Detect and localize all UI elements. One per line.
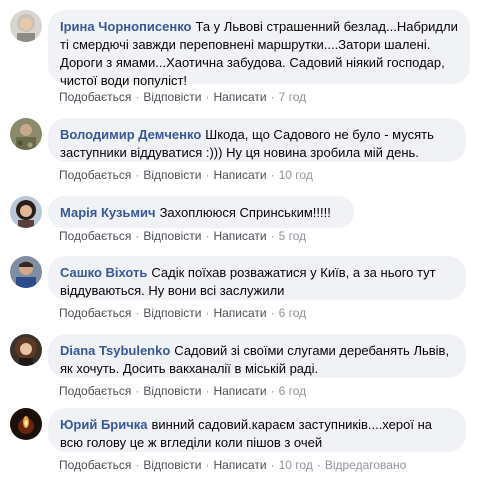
timestamp-link[interactable]: 6 год	[279, 306, 307, 320]
separator-dot: ·	[270, 458, 275, 472]
message-button[interactable]: Написати	[213, 458, 266, 472]
separator-dot: ·	[135, 384, 140, 398]
camouflage-man-avatar-icon[interactable]	[10, 118, 42, 150]
message-button[interactable]: Написати	[213, 90, 266, 104]
separator-dot: ·	[205, 458, 210, 472]
woman-long-hair-avatar-icon[interactable]	[10, 334, 42, 366]
woman-dark-hair-avatar-icon[interactable]	[10, 196, 42, 228]
separator-dot: ·	[270, 90, 275, 104]
timestamp-link[interactable]: 5 год	[279, 229, 307, 243]
candle-dark-avatar-icon[interactable]	[10, 408, 42, 440]
comment-bubble: Юрий Бричка винний садовий.караєм заступн…	[48, 408, 466, 452]
separator-dot: ·	[270, 384, 275, 398]
reply-button[interactable]: Відповісти	[143, 458, 201, 472]
comment-actions: Подобається · Відповісти · Написати · 6 год	[59, 384, 306, 398]
comment-author-link[interactable]: Сашко Віхоть	[60, 265, 147, 280]
timestamp-link[interactable]: 10 год	[279, 458, 313, 472]
comment-author-link[interactable]: Юрий Бричка	[60, 417, 148, 432]
comment-author-link[interactable]: Diana Tsybulenko	[60, 343, 170, 358]
comment-bubble: Марія Кузьмич Захоплююся Спринським!!!!!	[48, 196, 354, 228]
man-blue-shirt-avatar-icon[interactable]	[10, 256, 42, 288]
comment-actions: Подобається · Відповісти · Написати · 6 год	[59, 306, 306, 320]
separator-dot: ·	[270, 306, 275, 320]
like-button[interactable]: Подобається	[59, 384, 131, 398]
timestamp-link[interactable]: 7 год	[279, 90, 307, 104]
separator-dot: ·	[205, 384, 210, 398]
like-button[interactable]: Подобається	[59, 90, 131, 104]
reply-button[interactable]: Відповісти	[143, 168, 201, 182]
message-button[interactable]: Написати	[213, 306, 266, 320]
separator-dot: ·	[135, 90, 140, 104]
edited-label[interactable]: Відредаговано	[325, 458, 406, 472]
like-button[interactable]: Подобається	[59, 168, 131, 182]
comment-actions: Подобається · Відповісти · Написати · 5 год	[59, 229, 306, 243]
like-button[interactable]: Подобається	[59, 306, 131, 320]
reply-button[interactable]: Відповісти	[143, 90, 201, 104]
message-button[interactable]: Написати	[213, 384, 266, 398]
reply-button[interactable]: Відповісти	[143, 384, 201, 398]
comment-author-link[interactable]: Володимир Демченко	[60, 127, 201, 142]
separator-dot: ·	[135, 458, 140, 472]
comment-bubble: Diana Tsybulenko Садовий зі своїми слугам…	[48, 334, 466, 378]
separator-dot: ·	[270, 168, 275, 182]
comment-author-link[interactable]: Ірина Чорнописенко	[60, 19, 191, 34]
separator-dot: ·	[205, 90, 210, 104]
separator-dot: ·	[316, 458, 321, 472]
separator-dot: ·	[135, 306, 140, 320]
comment-actions: Подобається · Відповісти · Написати · 10 год	[59, 168, 313, 182]
comment-author-link[interactable]: Марія Кузьмич	[60, 205, 156, 220]
timestamp-link[interactable]: 10 год	[279, 168, 313, 182]
comment-actions: Подобається · Відповісти · Написати · 10 год · В…	[59, 458, 406, 472]
like-button[interactable]: Подобається	[59, 458, 131, 472]
separator-dot: ·	[205, 168, 210, 182]
separator-dot: ·	[135, 229, 140, 243]
timestamp-link[interactable]: 6 год	[279, 384, 307, 398]
separator-dot: ·	[205, 229, 210, 243]
separator-dot: ·	[135, 168, 140, 182]
reply-button[interactable]: Відповісти	[143, 306, 201, 320]
comment-text: Захоплююся Спринським!!!!!	[159, 205, 331, 220]
comment-actions: Подобається · Відповісти · Написати · 7 год	[59, 90, 306, 104]
message-button[interactable]: Написати	[213, 168, 266, 182]
message-button[interactable]: Написати	[213, 229, 266, 243]
comment-bubble: Ірина Чорнописенко Та у Львові страшенний…	[48, 10, 470, 88]
separator-dot: ·	[270, 229, 275, 243]
comment-bubble: Володимир Демченко Шкода, що Садового не …	[48, 118, 466, 162]
like-button[interactable]: Подобається	[59, 229, 131, 243]
separator-dot: ·	[205, 306, 210, 320]
reply-button[interactable]: Відповісти	[143, 229, 201, 243]
comment-bubble: Сашко Віхоть Садік поїхав розважатися у К…	[48, 256, 466, 300]
woman-grey-hair-avatar-icon[interactable]	[10, 10, 42, 42]
